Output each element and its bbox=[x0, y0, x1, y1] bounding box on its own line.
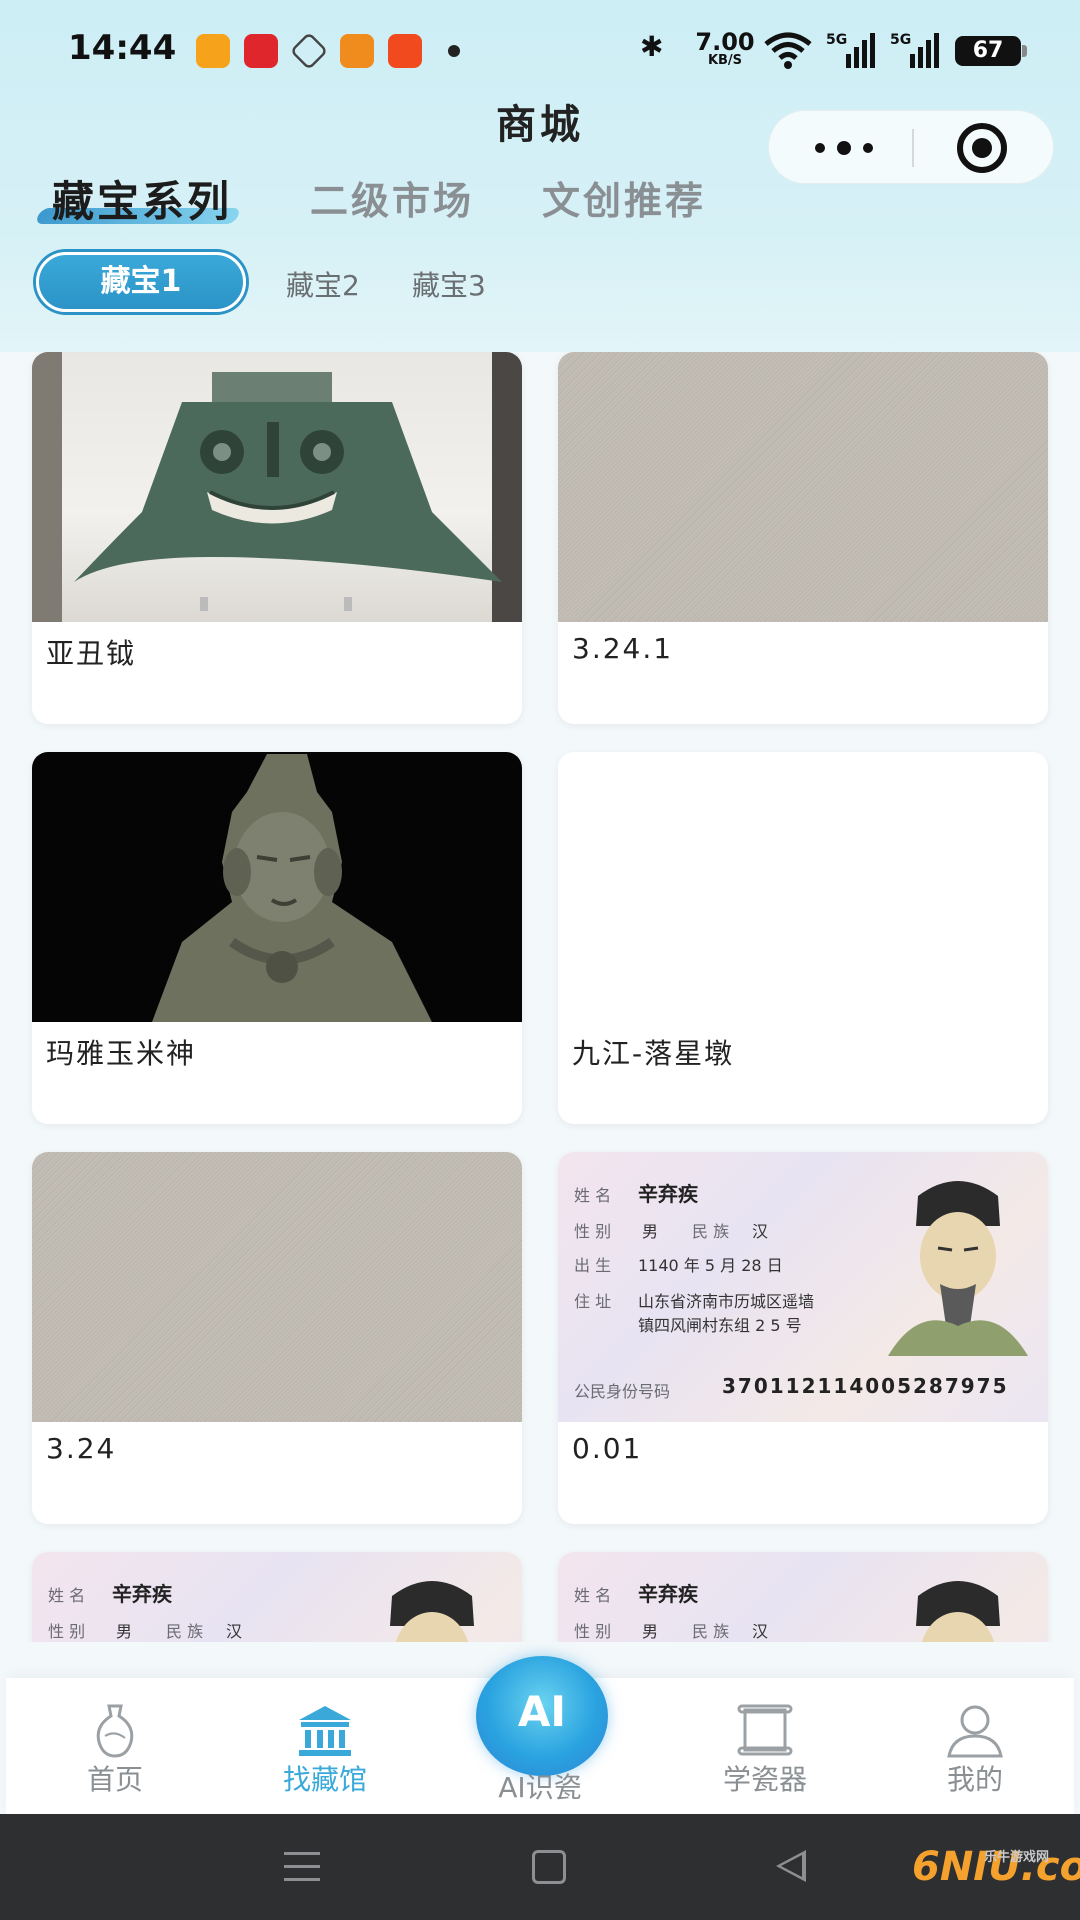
tab-cultural-creative[interactable]: 文创推荐 bbox=[542, 170, 706, 225]
status-bar: 14:44 ✱ 7.00 KB/S 5G 5G 67 bbox=[0, 0, 1080, 100]
id-card-image: 姓 名 辛弃疾 性 别 男 民 族 汉 出 生 1140 年 5 月 28 日 … bbox=[558, 1152, 1048, 1422]
battery-indicator: 67 bbox=[955, 36, 1027, 66]
id-ethnicity-label: 民 族 bbox=[166, 1622, 204, 1641]
id-card-image: 姓 名 辛弃疾 性 别 男 民 族 汉 bbox=[558, 1552, 1048, 1642]
product-title: 九江-落星墩 bbox=[572, 1037, 735, 1070]
diamond-app-icon bbox=[289, 31, 329, 71]
id-sex-label: 性 别 bbox=[574, 1222, 612, 1241]
bronze-axe-image bbox=[32, 352, 522, 622]
nav-learn-porcelain[interactable]: 学瓷器 bbox=[690, 1678, 840, 1814]
product-title: 0.01 bbox=[572, 1432, 643, 1465]
id-birth: 1140 年 5 月 28 日 bbox=[638, 1256, 783, 1275]
id-name: 辛弃疾 bbox=[638, 1182, 698, 1206]
id-portrait bbox=[916, 1581, 1000, 1642]
product-card[interactable]: 3.24.1 bbox=[558, 352, 1048, 724]
vase-icon bbox=[96, 1704, 134, 1758]
more-options-icon[interactable] bbox=[809, 131, 879, 165]
taobao-618-icon bbox=[196, 34, 230, 68]
nav-mine-label: 我的 bbox=[946, 1763, 1003, 1796]
nav-home-label: 首页 bbox=[86, 1763, 143, 1796]
tab-secondary-market[interactable]: 二级市场 bbox=[310, 170, 474, 225]
product-title: 3.24 bbox=[46, 1432, 117, 1465]
id-ethnicity: 汉 bbox=[752, 1622, 769, 1641]
maya-maize-god-statue-image bbox=[32, 752, 522, 1022]
nav-find-museum[interactable]: 找藏馆 bbox=[250, 1678, 400, 1814]
museum-icon bbox=[299, 1706, 351, 1756]
id-portrait bbox=[390, 1581, 474, 1642]
more-notifications-dot bbox=[448, 45, 460, 57]
product-card[interactable]: 姓 名 辛弃疾 性 别 男 民 族 汉 出 生 1140 年 5 月 28 日 … bbox=[558, 1152, 1048, 1524]
bluetooth-icon: ✱ bbox=[640, 30, 664, 63]
id-number: 370112114005287975 bbox=[722, 1374, 1009, 1398]
id-ethnicity-label: 民 族 bbox=[692, 1622, 730, 1641]
product-card[interactable]: 九江-落星墩 bbox=[558, 752, 1048, 1124]
wifi-icon bbox=[764, 32, 812, 69]
id-number-label: 公民身份号码 bbox=[574, 1382, 671, 1401]
id-sex: 男 bbox=[642, 1222, 659, 1241]
id-address-label: 住 址 bbox=[574, 1292, 612, 1311]
home-icon[interactable] bbox=[532, 1850, 566, 1884]
id-sex: 男 bbox=[642, 1622, 659, 1641]
taobao-icon bbox=[388, 34, 422, 68]
site-watermark: 6NIU.com 乐牛游戏网 bbox=[912, 1844, 1080, 1904]
grey-linen-image bbox=[32, 1152, 522, 1422]
network-speed-unit: KB/S bbox=[707, 53, 743, 68]
id-name-label: 姓 名 bbox=[48, 1586, 86, 1605]
svg-text:5G: 5G bbox=[890, 32, 911, 48]
id-ethnicity: 汉 bbox=[752, 1222, 769, 1241]
network-speed-value: 7.00 bbox=[695, 28, 755, 56]
nav-mine[interactable]: 我的 bbox=[900, 1678, 1050, 1814]
nav-find-museum-label: 找藏馆 bbox=[282, 1763, 367, 1796]
product-card[interactable]: 姓 名 辛弃疾 性 别 男 民 族 汉 bbox=[32, 1552, 522, 1642]
heart-app-icon bbox=[244, 34, 278, 68]
product-title: 玛雅玉米神 bbox=[46, 1037, 197, 1070]
product-card[interactable]: 亚丑钺 bbox=[32, 352, 522, 724]
tab-treasure-series[interactable]: 藏宝系列 bbox=[52, 168, 232, 229]
nav-ai-porcelain-label[interactable]: AI识瓷 bbox=[460, 1766, 620, 1806]
ai-icon[interactable]: AI bbox=[476, 1656, 608, 1776]
subtab-treasure-2[interactable]: 藏宝2 bbox=[286, 264, 360, 304]
product-grid: 亚丑钺 3.24.1 玛雅玉米神 九江-落星墩 3.24 姓 名 辛弃疾 性 别… bbox=[0, 352, 1080, 1642]
status-time: 14:44 bbox=[68, 28, 177, 68]
signal-sim1-icon: 5G bbox=[826, 32, 875, 68]
back-icon[interactable] bbox=[776, 1850, 806, 1882]
id-sex-label: 性 别 bbox=[48, 1622, 86, 1641]
nav-home[interactable]: 首页 bbox=[40, 1678, 190, 1814]
id-portrait bbox=[888, 1181, 1028, 1356]
id-address-line1: 山东省济南市历城区遥墙 bbox=[638, 1292, 815, 1311]
id-sex: 男 bbox=[116, 1622, 133, 1641]
id-ethnicity: 汉 bbox=[226, 1622, 243, 1641]
id-name-label: 姓 名 bbox=[574, 1586, 612, 1605]
subtab-treasure-3[interactable]: 藏宝3 bbox=[412, 264, 486, 304]
product-title: 亚丑钺 bbox=[46, 637, 137, 670]
capsule-divider bbox=[912, 129, 914, 167]
watermark-small: 乐牛游戏网 bbox=[984, 1850, 1050, 1865]
blank-image bbox=[558, 752, 1048, 1022]
hot-app-icon bbox=[340, 34, 374, 68]
id-name-label: 姓 名 bbox=[574, 1186, 612, 1205]
product-card[interactable]: 姓 名 辛弃疾 性 别 男 民 族 汉 bbox=[558, 1552, 1048, 1642]
product-title: 3.24.1 bbox=[572, 632, 674, 665]
id-sex-label: 性 别 bbox=[574, 1622, 612, 1641]
recent-apps-icon[interactable] bbox=[284, 1852, 320, 1882]
id-ethnicity-label: 民 族 bbox=[692, 1222, 730, 1241]
id-birth-label: 出 生 bbox=[574, 1256, 612, 1275]
nav-learn-porcelain-label: 学瓷器 bbox=[722, 1763, 807, 1796]
svg-text:5G: 5G bbox=[826, 32, 847, 48]
scroll-icon bbox=[737, 1704, 793, 1756]
product-card[interactable]: 3.24 bbox=[32, 1152, 522, 1524]
person-icon bbox=[947, 1705, 1003, 1758]
close-mini-program-icon[interactable] bbox=[957, 123, 1007, 173]
id-name: 辛弃疾 bbox=[112, 1582, 172, 1606]
id-address-line2: 镇四风闸村东组 2 5 号 bbox=[638, 1316, 802, 1335]
id-card-image: 姓 名 辛弃疾 性 别 男 民 族 汉 bbox=[32, 1552, 522, 1642]
grey-linen-image bbox=[558, 352, 1048, 622]
id-name: 辛弃疾 bbox=[638, 1582, 698, 1606]
mini-program-capsule bbox=[768, 110, 1054, 184]
product-card[interactable]: 玛雅玉米神 bbox=[32, 752, 522, 1124]
subtab-treasure-1[interactable]: 藏宝1 bbox=[36, 252, 246, 312]
network-speed: 7.00 KB/S bbox=[690, 30, 760, 68]
signal-sim2-icon: 5G bbox=[890, 32, 939, 68]
